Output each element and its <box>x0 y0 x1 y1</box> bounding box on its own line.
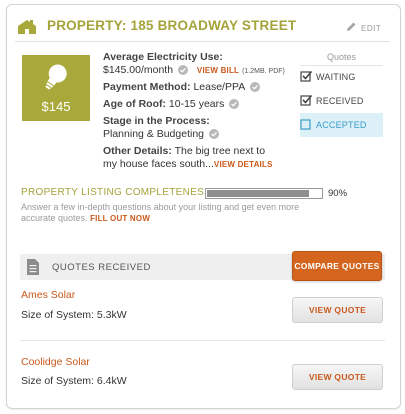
check-circle-icon <box>177 65 188 79</box>
house-icon <box>17 19 37 40</box>
size-value: 5.3kW <box>96 309 127 321</box>
status-accepted: ACCEPTED <box>300 113 383 137</box>
completeness-progress-bar <box>205 188 323 199</box>
tile-price: $145 <box>41 99 71 114</box>
stage-label: Stage in the Process: <box>103 115 210 127</box>
document-icon <box>26 258 40 281</box>
status-accepted-label: ACCEPTED <box>316 120 367 130</box>
size-label: Size of System: <box>21 309 94 321</box>
status-received-label: RECEIVED <box>316 96 364 106</box>
quote-company-name[interactable]: Coolidge Solar <box>21 356 90 368</box>
quote-system-size: Size of System: 5.3kW <box>21 309 127 321</box>
lightbulb-icon <box>42 62 70 97</box>
view-quote-button[interactable]: VIEW QUOTE <box>292 297 383 323</box>
other-details-line1: The big tree next to <box>174 145 266 157</box>
completeness-description: Answer a few in-depth questions about yo… <box>21 202 321 224</box>
other-details-line2: my house faces south... <box>103 158 214 170</box>
quote-divider <box>20 340 385 341</box>
size-value: 6.4kW <box>96 375 127 387</box>
view-quote-button[interactable]: VIEW QUOTE <box>292 364 383 390</box>
view-details-link[interactable]: VIEW DETAILS <box>214 160 273 169</box>
empty-box-icon <box>300 118 313 133</box>
completeness-desc-text: Answer a few in-depth questions about yo… <box>21 202 300 223</box>
electricity-value: $145.00/month <box>103 64 174 76</box>
quotes-received-title: QUOTES RECEIVED <box>52 262 151 273</box>
other-details-label: Other Details: <box>103 145 172 157</box>
quote-company-name[interactable]: Ames Solar <box>21 289 75 301</box>
payment-value: Lease/PPA <box>193 81 245 93</box>
roof-value: 10-15 years <box>168 98 225 110</box>
status-received: RECEIVED <box>300 89 383 113</box>
quote-system-size: Size of System: 6.4kW <box>21 375 127 387</box>
compare-quotes-button[interactable]: COMPARE QUOTES <box>292 251 382 281</box>
checked-box-icon <box>300 94 313 109</box>
check-circle-icon <box>249 82 260 96</box>
check-circle-icon <box>229 99 240 113</box>
payment-label: Payment Method: <box>103 81 191 93</box>
electricity-tile: $145 <box>22 55 90 121</box>
edit-button[interactable]: EDIT <box>346 19 381 37</box>
header-divider <box>15 41 390 42</box>
view-bill-link[interactable]: VIEW BILL <box>197 66 239 75</box>
bill-info: (1.2MB. PDF) <box>242 68 285 75</box>
page-title: PROPERTY: 185 BROADWAY STREET <box>47 18 297 33</box>
status-waiting: WAITING <box>300 65 383 89</box>
size-label: Size of System: <box>21 375 94 387</box>
progress-fill <box>207 190 310 197</box>
quotes-status-title: Quotes <box>326 52 357 62</box>
electricity-label: Average Electricity Use: <box>103 51 223 63</box>
status-waiting-label: WAITING <box>316 72 356 82</box>
stage-value: Planning & Budgeting <box>103 128 204 140</box>
completeness-percent: 90% <box>328 188 348 199</box>
pencil-icon <box>346 19 357 37</box>
fill-out-now-link[interactable]: FILL OUT NOW <box>90 214 150 223</box>
completeness-title: PROPERTY LISTING COMPLETENESS <box>21 187 212 198</box>
roof-label: Age of Roof: <box>103 98 166 110</box>
check-circle-icon <box>208 129 219 143</box>
edit-label: EDIT <box>361 23 382 33</box>
checked-box-icon <box>300 70 313 85</box>
